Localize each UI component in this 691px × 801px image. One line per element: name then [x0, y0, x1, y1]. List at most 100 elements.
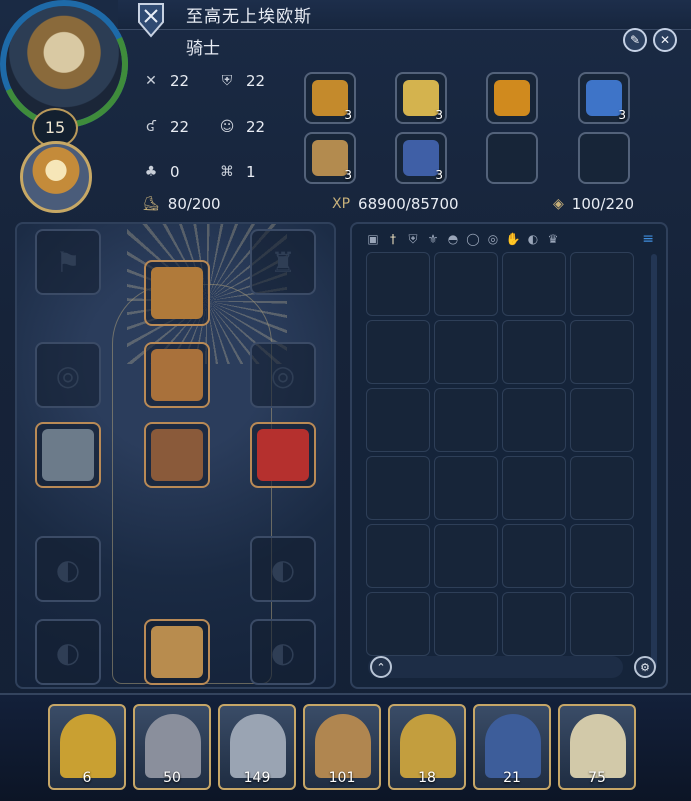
bag-icon: ◐	[270, 552, 296, 586]
sword-icon	[42, 429, 94, 481]
bag-icon: ◐	[55, 552, 81, 586]
inventory-cell[interactable]	[366, 592, 430, 656]
slot-chest[interactable]	[144, 342, 210, 408]
slot-bracer-left[interactable]: ◎	[35, 342, 101, 408]
buff-glowing-sword[interactable]: 3	[395, 72, 447, 124]
settings-icon[interactable]: ⚙	[634, 656, 656, 678]
movement-stat: ⛸ 80/200	[142, 195, 221, 213]
boot-icon: ⛸	[142, 196, 160, 212]
mana-stat: ◈ 100/220	[553, 195, 635, 213]
inventory-scrollbar[interactable]	[651, 254, 657, 669]
slot-bag-1[interactable]: ◐	[35, 536, 101, 602]
buff-crossed-banner[interactable]: 3	[395, 132, 447, 184]
filter-helmet-icon[interactable]: ◓	[446, 232, 460, 246]
filter-armor-icon[interactable]: ⚜	[426, 232, 440, 246]
shield-icon	[257, 429, 309, 481]
slot-bag-4[interactable]: ◐	[250, 619, 316, 685]
slot-weapon[interactable]	[35, 422, 101, 488]
inventory-cell[interactable]	[502, 456, 566, 520]
inventory-cell[interactable]	[366, 524, 430, 588]
inventory-cell[interactable]	[434, 456, 498, 520]
buff-scroll[interactable]: 3	[304, 132, 356, 184]
inventory-cell[interactable]	[570, 456, 634, 520]
slot-ring[interactable]	[144, 422, 210, 488]
filter-glove-icon[interactable]: ✋	[506, 232, 521, 246]
buff-slot-empty-2[interactable]	[578, 132, 630, 184]
hero-card-1[interactable]: 6	[48, 704, 126, 790]
inventory-cell[interactable]	[366, 320, 430, 384]
slot-bag-2[interactable]: ◐	[250, 536, 316, 602]
hero-card-3[interactable]: 149	[218, 704, 296, 790]
hero-card-5[interactable]: 18	[388, 704, 466, 790]
hero-card-4[interactable]: 101	[303, 704, 381, 790]
slot-bag-3[interactable]: ◐	[35, 619, 101, 685]
buff-wizard-hat[interactable]: 3	[578, 72, 630, 124]
inventory-cell[interactable]	[366, 252, 430, 316]
inventory-cell[interactable]	[570, 592, 634, 656]
boots-icon	[151, 626, 203, 678]
xp-icon: XP	[332, 196, 351, 212]
close-icon[interactable]: ✕	[653, 28, 677, 52]
inventory-cell[interactable]	[502, 252, 566, 316]
ring-icon	[151, 429, 203, 481]
inventory-cell[interactable]	[570, 524, 634, 588]
sort-icon[interactable]: ≡	[642, 231, 654, 247]
hero-figure	[315, 714, 371, 778]
hero-name: 至高无上埃欧斯	[186, 7, 312, 27]
armor-icon	[494, 80, 530, 116]
buff-slot-empty-1[interactable]	[486, 132, 538, 184]
hero-figure	[570, 714, 626, 778]
slot-banner[interactable]: ⚑	[35, 229, 101, 295]
inventory-cell[interactable]	[366, 388, 430, 452]
clover-icon: ♣	[144, 164, 158, 180]
hero-figure	[400, 714, 456, 778]
hero-figure	[485, 714, 541, 778]
head-icon: ☺	[219, 119, 235, 135]
inventory-cell[interactable]	[502, 524, 566, 588]
slot-helmet[interactable]	[144, 260, 210, 326]
inventory-cell[interactable]	[434, 252, 498, 316]
edit-icon[interactable]: ✎	[623, 28, 647, 52]
inventory-cell[interactable]	[434, 320, 498, 384]
collapse-up-icon[interactable]: ⌃	[370, 656, 392, 678]
banner-icon: ⚑	[55, 245, 81, 279]
filter-hammer-icon[interactable]: ▣	[366, 232, 380, 246]
buff-praying-hands[interactable]: 3	[304, 72, 356, 124]
slot-shield[interactable]	[250, 422, 316, 488]
hero-bar: 6 50 149 101 18 21 75	[0, 693, 691, 801]
inventory-cell[interactable]	[502, 592, 566, 656]
stat-power: ʛ 22	[142, 118, 189, 136]
inventory-cell[interactable]	[434, 388, 498, 452]
filter-bag-icon[interactable]: ◐	[526, 232, 540, 246]
filter-crown-icon[interactable]: ♛	[546, 232, 560, 246]
inventory-cell[interactable]	[434, 592, 498, 656]
filter-bracer-icon[interactable]: ◎	[486, 232, 500, 246]
inventory-cell[interactable]	[502, 388, 566, 452]
slot-bracer-right[interactable]: ◎	[250, 342, 316, 408]
xp-stat: XP 68900/85700	[332, 195, 459, 213]
hero-card-6[interactable]: 21	[473, 704, 551, 790]
filter-ring-icon[interactable]: ◯	[466, 232, 480, 246]
inventory-cell[interactable]	[434, 524, 498, 588]
buff-golden-armor[interactable]	[486, 72, 538, 124]
hero-card-2[interactable]: 50	[133, 704, 211, 790]
inventory-cell[interactable]	[502, 320, 566, 384]
filter-shield-icon[interactable]: ⛨	[406, 232, 420, 246]
filter-dagger-icon[interactable]: †	[386, 232, 400, 246]
inventory-cell[interactable]	[366, 456, 430, 520]
hero-card-7[interactable]: 75	[558, 704, 636, 790]
bracer-icon: ◎	[55, 358, 81, 392]
crossed-swords-icon: ✕	[145, 73, 157, 89]
slot-boots[interactable]	[144, 619, 210, 685]
game-window: 15 至高无上埃欧斯 骑士 ✎ ✕ ✕ 22 ⛨ 22 ʛ 22 ☺ 22 ♣ …	[0, 0, 691, 801]
bag-icon: ◐	[270, 635, 296, 669]
inventory-cell[interactable]	[570, 320, 634, 384]
power-icon: ʛ	[146, 119, 156, 135]
inventory-cell[interactable]	[570, 388, 634, 452]
skill-icon[interactable]	[20, 141, 92, 213]
cloak-icon: ♜	[270, 245, 296, 279]
hero-figure	[230, 714, 286, 778]
slot-cloak[interactable]: ♜	[250, 229, 316, 295]
banner-icon	[403, 140, 439, 176]
inventory-cell[interactable]	[570, 252, 634, 316]
